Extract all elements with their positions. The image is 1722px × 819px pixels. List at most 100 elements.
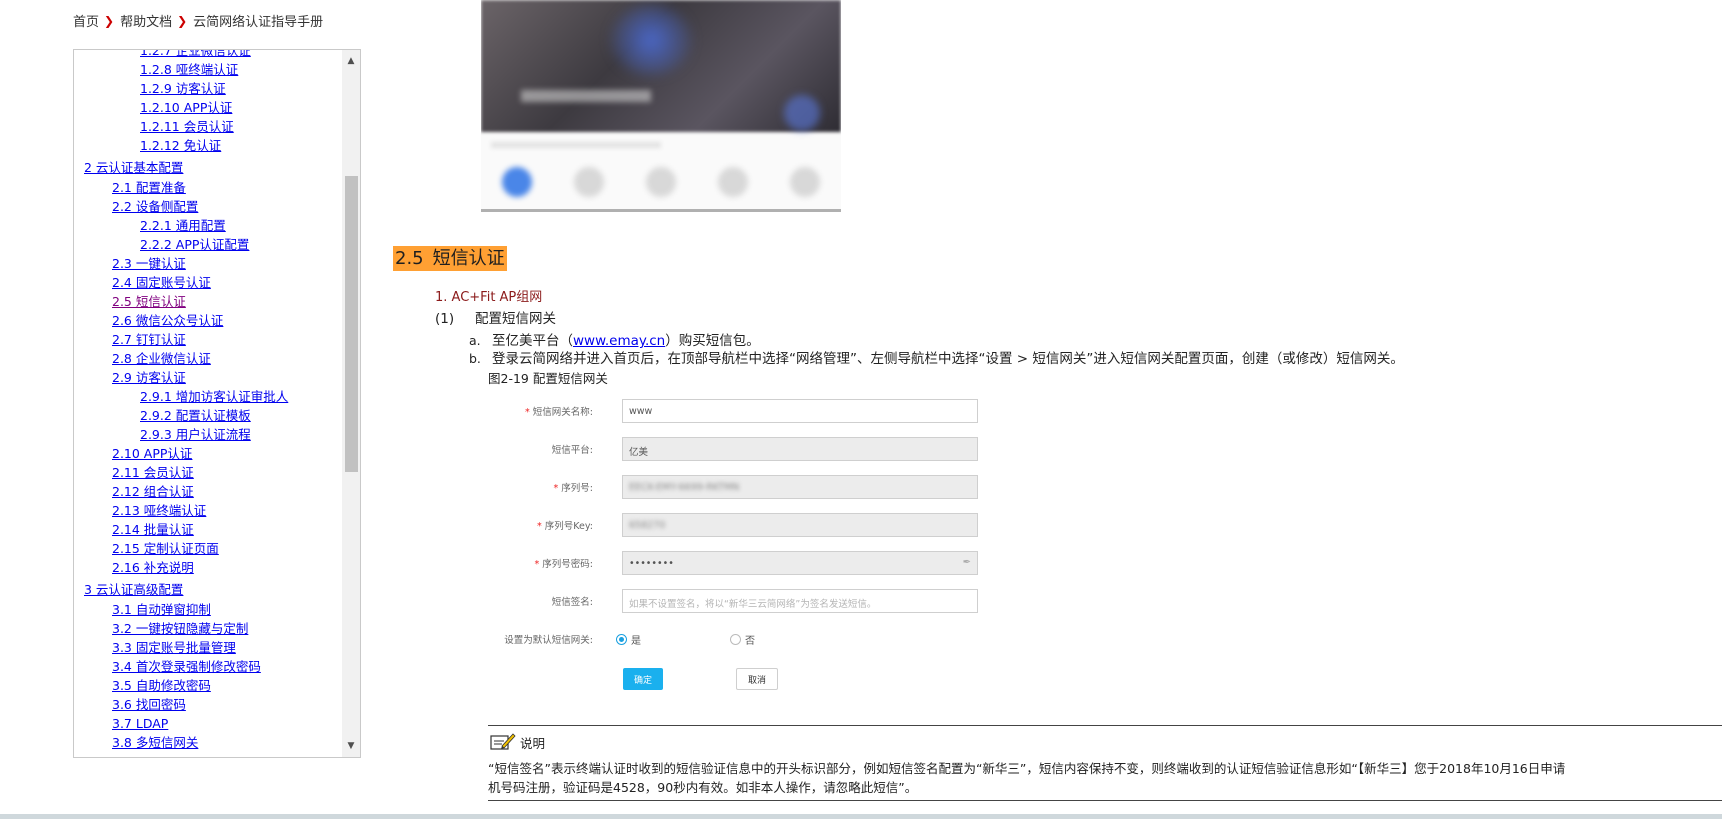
- toc-item[interactable]: 3.7 LDAP: [112, 715, 168, 732]
- key-icon: ✒: [962, 557, 971, 568]
- toc-item[interactable]: 2 云认证基本配置: [84, 159, 183, 176]
- toc-item[interactable]: 3.3 固定账号批量管理: [112, 639, 236, 656]
- toc-item[interactable]: 3.6 找回密码: [112, 696, 186, 713]
- badge-icon: [784, 95, 820, 131]
- chevron-right-icon: ❯: [177, 13, 188, 28]
- serial-label-text: 序列号:: [561, 483, 593, 494]
- platform-value: 亿美: [629, 447, 649, 458]
- toc-item[interactable]: 2.7 钉钉认证: [112, 331, 186, 348]
- toc-item[interactable]: 3.2 一键按钮隐藏与定制: [112, 620, 248, 637]
- toc-item[interactable]: 2.9.2 配置认证模板: [140, 407, 251, 424]
- toc-item[interactable]: 2.3 一键认证: [112, 255, 186, 272]
- toc-item[interactable]: 2.13 哑终端认证: [112, 502, 206, 519]
- radio-yes-label: 是: [631, 636, 641, 647]
- toc-item[interactable]: 1.2.12 免认证: [140, 137, 221, 154]
- step-index: (1): [435, 311, 455, 327]
- note-box: 说明 “短信签名”表示终端认证时收到的短信验证信息中的开头标识部分，例如短信签名…: [488, 725, 1722, 801]
- toc-item[interactable]: 3.8 多短信网关: [112, 734, 198, 751]
- tab-icon: [646, 167, 676, 197]
- required-marker: *: [534, 559, 540, 570]
- blurred-tabbar: [481, 155, 841, 212]
- home-tab-icon: [502, 167, 532, 197]
- sms-gateway-form: * 短信网关名称: www 短信平台: 亿美 * 序列号: EECK-EMY-669…: [490, 396, 990, 696]
- toc-item[interactable]: 3 云认证高级配置: [84, 581, 183, 598]
- serial-password-label-text: 序列号密码:: [542, 559, 593, 570]
- scroll-down-arrow-icon[interactable]: ▼: [342, 737, 360, 755]
- toc-item[interactable]: 2.15 定制认证页面: [112, 540, 219, 557]
- cancel-button[interactable]: 取消: [736, 668, 778, 690]
- toc-item[interactable]: 2.4 固定账号认证: [112, 274, 211, 291]
- section-title: 2.5 短信认证: [393, 246, 507, 271]
- toc-item[interactable]: 2.6 微信公众号认证: [112, 312, 223, 329]
- toc-item[interactable]: 2.2.1 通用配置: [140, 217, 226, 234]
- form-row-serial-key: * 序列号Key: 658270: [490, 513, 990, 537]
- bullet-b-text: 登录云简网络并进入首页后，在顶部导航栏中选择“网络管理”、左侧导航栏中选择“设置…: [492, 351, 1404, 367]
- toc-item[interactable]: 2.1 配置准备: [112, 179, 186, 196]
- toc-item[interactable]: 2.8 企业微信认证: [112, 350, 211, 367]
- radio-yes[interactable]: 是: [616, 632, 641, 647]
- platform-label: 短信平台:: [551, 445, 593, 456]
- gateway-name-label-text: 短信网关名称:: [532, 407, 593, 418]
- serial-key-value: 658270: [629, 520, 666, 531]
- logo-glow: [611, 5, 691, 75]
- note-title: 说明: [520, 736, 546, 751]
- serial-value: EECK-EMY-6699-RKTMN: [629, 482, 740, 493]
- serial-key-label-text: 序列号Key:: [544, 521, 593, 532]
- scroll-up-arrow-icon[interactable]: ▲: [342, 52, 360, 70]
- toc-item[interactable]: 3.1 自动弹窗抑制: [112, 601, 211, 618]
- tab-icon: [718, 167, 748, 197]
- sub-heading: 1. AC+Fit AP组网: [435, 290, 543, 305]
- section-number: 2.5: [395, 248, 424, 269]
- mobile-screenshot-image: [481, 0, 841, 212]
- toc-item[interactable]: 1.2.7 企业微信认证: [140, 50, 251, 59]
- toc-item[interactable]: 2.16 补充说明: [112, 559, 194, 576]
- toc-item[interactable]: 2.10 APP认证: [112, 445, 192, 462]
- gateway-name-value: www: [629, 406, 653, 417]
- toc-item[interactable]: 3.4 首次登录强制修改密码: [112, 658, 261, 675]
- form-row-gateway-name: * 短信网关名称: www: [490, 399, 990, 423]
- toc-item[interactable]: 3.5 自助修改密码: [112, 677, 211, 694]
- toc-item[interactable]: 2.14 批量认证: [112, 521, 194, 538]
- gateway-name-input[interactable]: www: [622, 399, 978, 423]
- toc-item[interactable]: 1.2.10 APP认证: [140, 99, 232, 116]
- toc-item[interactable]: 2.9.3 用户认证流程: [140, 426, 251, 443]
- signature-input[interactable]: 如果不设置签名，将以“新华三云简网络”为签名发送短信。: [622, 589, 978, 613]
- toc-item[interactable]: 1.2.8 哑终端认证: [140, 61, 238, 78]
- ok-button[interactable]: 确定: [623, 668, 663, 690]
- required-marker: *: [525, 407, 530, 418]
- serial-key-field: 658270: [622, 513, 978, 537]
- bullet-letter: b.: [469, 351, 481, 366]
- radio-no[interactable]: 否: [730, 632, 755, 647]
- toc-item[interactable]: 2.12 组合认证: [112, 483, 194, 500]
- bullet-a: a. 至亿美平台（www.emay.cn）购买短信包。: [469, 329, 760, 349]
- form-row-platform: 短信平台: 亿美: [490, 437, 990, 461]
- toc-item[interactable]: 2.5 短信认证: [112, 293, 186, 310]
- bottom-strip: [0, 814, 1722, 819]
- toc-scrollbar[interactable]: ▲ ▼: [342, 50, 360, 757]
- radio-unchecked-icon: [730, 634, 741, 645]
- serial-password-value: ••••••••: [629, 558, 674, 569]
- serial-password-field: •••••••• ✒: [622, 551, 978, 575]
- scroll-thumb[interactable]: [345, 176, 358, 472]
- serial-key-label: * 序列号Key:: [537, 518, 593, 532]
- breadcrumb-home[interactable]: 首页: [73, 11, 99, 30]
- toc-item[interactable]: 2.2 设备侧配置: [112, 198, 198, 215]
- toc-item[interactable]: 2.9 访客认证: [112, 369, 186, 386]
- toc-item[interactable]: 2.2.2 APP认证配置: [140, 236, 249, 253]
- toc-item[interactable]: 2.9.1 增加访客认证审批人: [140, 388, 288, 405]
- radio-checked-icon: [616, 634, 627, 645]
- toc-item[interactable]: 1.2.9 访客认证: [140, 80, 226, 97]
- toc-item[interactable]: 1.2.11 会员认证: [140, 118, 234, 135]
- blurred-text: [521, 90, 651, 102]
- pencil-note-icon: [490, 733, 516, 750]
- note-header: 说明: [490, 732, 545, 752]
- default-gateway-label: 设置为默认短信网关:: [504, 635, 593, 646]
- breadcrumb-help-docs[interactable]: 帮助文档: [120, 11, 172, 30]
- tab-icon: [790, 167, 820, 197]
- form-row-serial: * 序列号: EECK-EMY-6699-RKTMN: [490, 475, 990, 499]
- toc-panel: 1.2.7 企业微信认证 1.2.8 哑终端认证 1.2.9 访客认证 1.2.10 …: [73, 49, 361, 758]
- toc-item[interactable]: 2.11 会员认证: [112, 464, 194, 481]
- chevron-right-icon: ❯: [104, 13, 115, 28]
- signature-placeholder: 如果不设置签名，将以“新华三云简网络”为签名发送短信。: [629, 599, 877, 610]
- form-row-default: 设置为默认短信网关: 是 否: [490, 627, 990, 651]
